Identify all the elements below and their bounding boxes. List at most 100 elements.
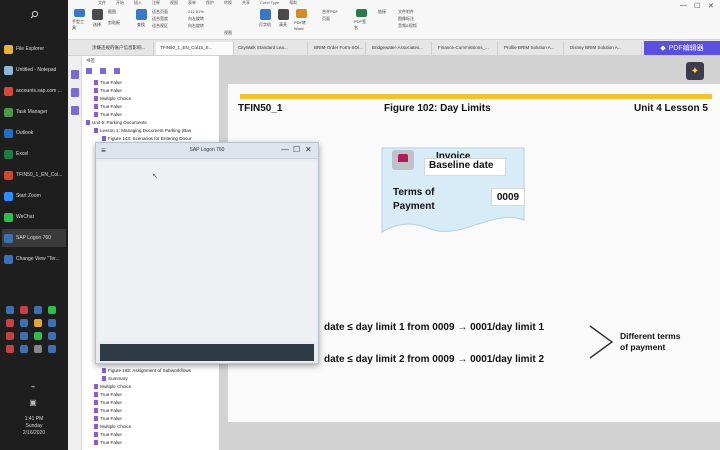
tray-icon[interactable]	[34, 345, 42, 353]
document-tab[interactable]: Disney BRIM Solution A...	[566, 42, 642, 55]
document-tab[interactable]: 涉嫌违规的账户信息影响...	[88, 42, 154, 55]
taskbar-item[interactable]: SAP Logon 760	[2, 229, 66, 247]
bookmark-item[interactable]: Multiple Choice	[94, 94, 131, 102]
delete-bookmark-icon[interactable]	[114, 68, 120, 74]
tray-icon[interactable]	[48, 306, 56, 314]
pdf-editor-button[interactable]: ◆ PDF编辑器	[644, 41, 720, 55]
bookmark-item[interactable]: Multiple Choice	[94, 382, 131, 390]
ribbon-tool[interactable]: 212.51%	[188, 9, 204, 14]
bookmark-item[interactable]: True False	[94, 86, 122, 94]
bookmark-item[interactable]: True False	[94, 398, 122, 406]
ribbon-tab[interactable]: 注释	[152, 0, 160, 6]
ribbon-tool[interactable]: 合并PDF	[322, 9, 338, 15]
close-icon[interactable]: ✕	[708, 2, 714, 10]
ribbon-tool[interactable]: 视图	[224, 30, 232, 36]
bookmark-item[interactable]: Figure 143: Scenarios for Entering Docur	[102, 134, 192, 142]
ribbon-tool[interactable]: 打字机	[258, 9, 272, 31]
sap-minimize-icon[interactable]: —	[281, 145, 289, 154]
bookmark-icon[interactable]	[71, 70, 79, 79]
tray-icon[interactable]	[20, 306, 28, 314]
tray-icon[interactable]	[48, 332, 56, 340]
ribbon-tab[interactable]: 开始	[116, 0, 124, 6]
ribbon-tool[interactable]: 剪贴板	[108, 20, 120, 26]
taskbar-item[interactable]: Task Manager	[2, 103, 66, 121]
ribbon-tab[interactable]: 文件	[98, 0, 106, 6]
ribbon-tab[interactable]: Corel Type	[260, 0, 279, 6]
ribbon-tab[interactable]: 帮助	[289, 0, 297, 6]
comment-icon[interactable]	[71, 106, 79, 115]
tray-icon[interactable]	[20, 332, 28, 340]
bookmark-item[interactable]: True False	[94, 430, 122, 438]
bookmark-item[interactable]: True False	[94, 78, 122, 86]
tray-icon[interactable]	[48, 345, 56, 353]
ribbon-tool[interactable]: PDF转Word	[294, 9, 308, 31]
ribbon-tab[interactable]: 插入	[134, 0, 142, 6]
document-tab[interactable]: Profile BRIM Solution A...	[500, 42, 564, 55]
ribbon-tool[interactable]: 适合视区	[152, 23, 168, 29]
sap-window-body[interactable]	[98, 161, 316, 341]
search-icon[interactable]	[0, 0, 68, 28]
ribbon-tab[interactable]: 视图	[170, 0, 178, 6]
ribbon-tab[interactable]: 共享	[242, 0, 250, 6]
ribbon-tab[interactable]: 表单	[188, 0, 196, 6]
ribbon-tool[interactable]: 向右旋转	[188, 23, 204, 29]
minimize-icon[interactable]: —	[680, 2, 687, 9]
bookmark-item[interactable]: True False	[94, 110, 122, 118]
ribbon-tool[interactable]: 查找	[134, 9, 148, 31]
ribbon-tab[interactable]: 转换	[224, 0, 232, 6]
ribbon-tool[interactable]: 适合宽度	[152, 16, 168, 22]
lightbulb-icon[interactable]: ✦	[686, 62, 704, 80]
ribbon-tool[interactable]: 向左旋转	[188, 16, 204, 22]
bookmark-item[interactable]: True False	[94, 406, 122, 414]
document-tab[interactable]: CityWalk Standard Lea...	[234, 42, 308, 55]
tray-icon[interactable]	[34, 306, 42, 314]
tray-icon[interactable]	[6, 306, 14, 314]
tray-icon[interactable]	[34, 332, 42, 340]
sap-close-icon[interactable]: ✕	[305, 145, 312, 154]
taskbar-item[interactable]: Excel	[2, 145, 66, 163]
ribbon-tool[interactable]: 页面	[322, 16, 330, 22]
ribbon-tool[interactable]: 选择	[90, 9, 104, 31]
bookmark-item[interactable]: True False	[94, 390, 122, 398]
ribbon-tool[interactable]: PDF签名	[354, 9, 368, 31]
sap-logon-window[interactable]: ≡ SAP Logon 760 — ☐ ✕	[95, 142, 319, 364]
taskbar-item[interactable]: WeChat	[2, 208, 66, 226]
bookmark-item[interactable]: True False	[94, 102, 122, 110]
bookmark-item[interactable]: Figure 165: Assignment of Subworkflows	[102, 366, 191, 374]
document-tab[interactable]: TFIN50_1_EN_Col15_S...	[156, 42, 234, 55]
bookmark-item[interactable]: Summary	[102, 374, 128, 382]
add-bookmark-icon[interactable]	[100, 68, 106, 74]
thumbnail-icon[interactable]	[71, 88, 79, 97]
notification-icon[interactable]: ▣	[28, 398, 38, 408]
network-icon[interactable]: ⌁	[28, 382, 38, 392]
ribbon-tool[interactable]: 链接	[378, 9, 386, 15]
taskbar-item[interactable]: File Explorer	[2, 40, 66, 58]
bookmark-item[interactable]: Multiple Choice	[94, 422, 131, 430]
ribbon-tool[interactable]: 截图	[108, 9, 116, 15]
tray-icon[interactable]	[20, 319, 28, 327]
maximize-icon[interactable]: ☐	[694, 2, 700, 10]
bookmark-item[interactable]: Unit 6: Parking Documents	[86, 118, 147, 126]
sap-title-bar[interactable]: ≡ SAP Logon 760 — ☐ ✕	[96, 143, 318, 159]
bookmark-item[interactable]: True False	[94, 438, 122, 446]
tray-icon[interactable]	[48, 319, 56, 327]
taskbar-item[interactable]: accounts.sap.com ...	[2, 82, 66, 100]
taskbar-item[interactable]: Outlook	[2, 124, 66, 142]
bookmark-item[interactable]: True False	[94, 414, 122, 422]
tray-icon[interactable]	[6, 345, 14, 353]
ribbon-tool[interactable]: 手型工具	[72, 9, 86, 31]
taskbar-item[interactable]: Start Zoom	[2, 187, 66, 205]
bookmark-item[interactable]: Lesson 1: Managing Document Parking (Bas	[94, 126, 191, 134]
document-tab[interactable]: BRIM-Order Form-SOl...	[310, 42, 366, 55]
expand-bookmark-icon[interactable]	[86, 68, 92, 74]
ribbon-tool[interactable]: 适合页面	[152, 9, 168, 15]
ribbon-tool[interactable]: 图像标注	[398, 16, 414, 22]
clock[interactable]: 1:41 PM Sunday 2/16/2020	[0, 416, 68, 437]
taskbar-item[interactable]: TFIN50_1_EN_Col...	[2, 166, 66, 184]
tray-icon[interactable]	[34, 319, 42, 327]
ribbon-tool[interactable]: 文件附件	[398, 9, 414, 15]
sap-maximize-icon[interactable]: ☐	[293, 145, 300, 154]
tray-icon[interactable]	[20, 345, 28, 353]
ribbon-tool[interactable]: 音频&视频	[398, 23, 417, 29]
ribbon-tool[interactable]: 高亮	[276, 9, 290, 31]
